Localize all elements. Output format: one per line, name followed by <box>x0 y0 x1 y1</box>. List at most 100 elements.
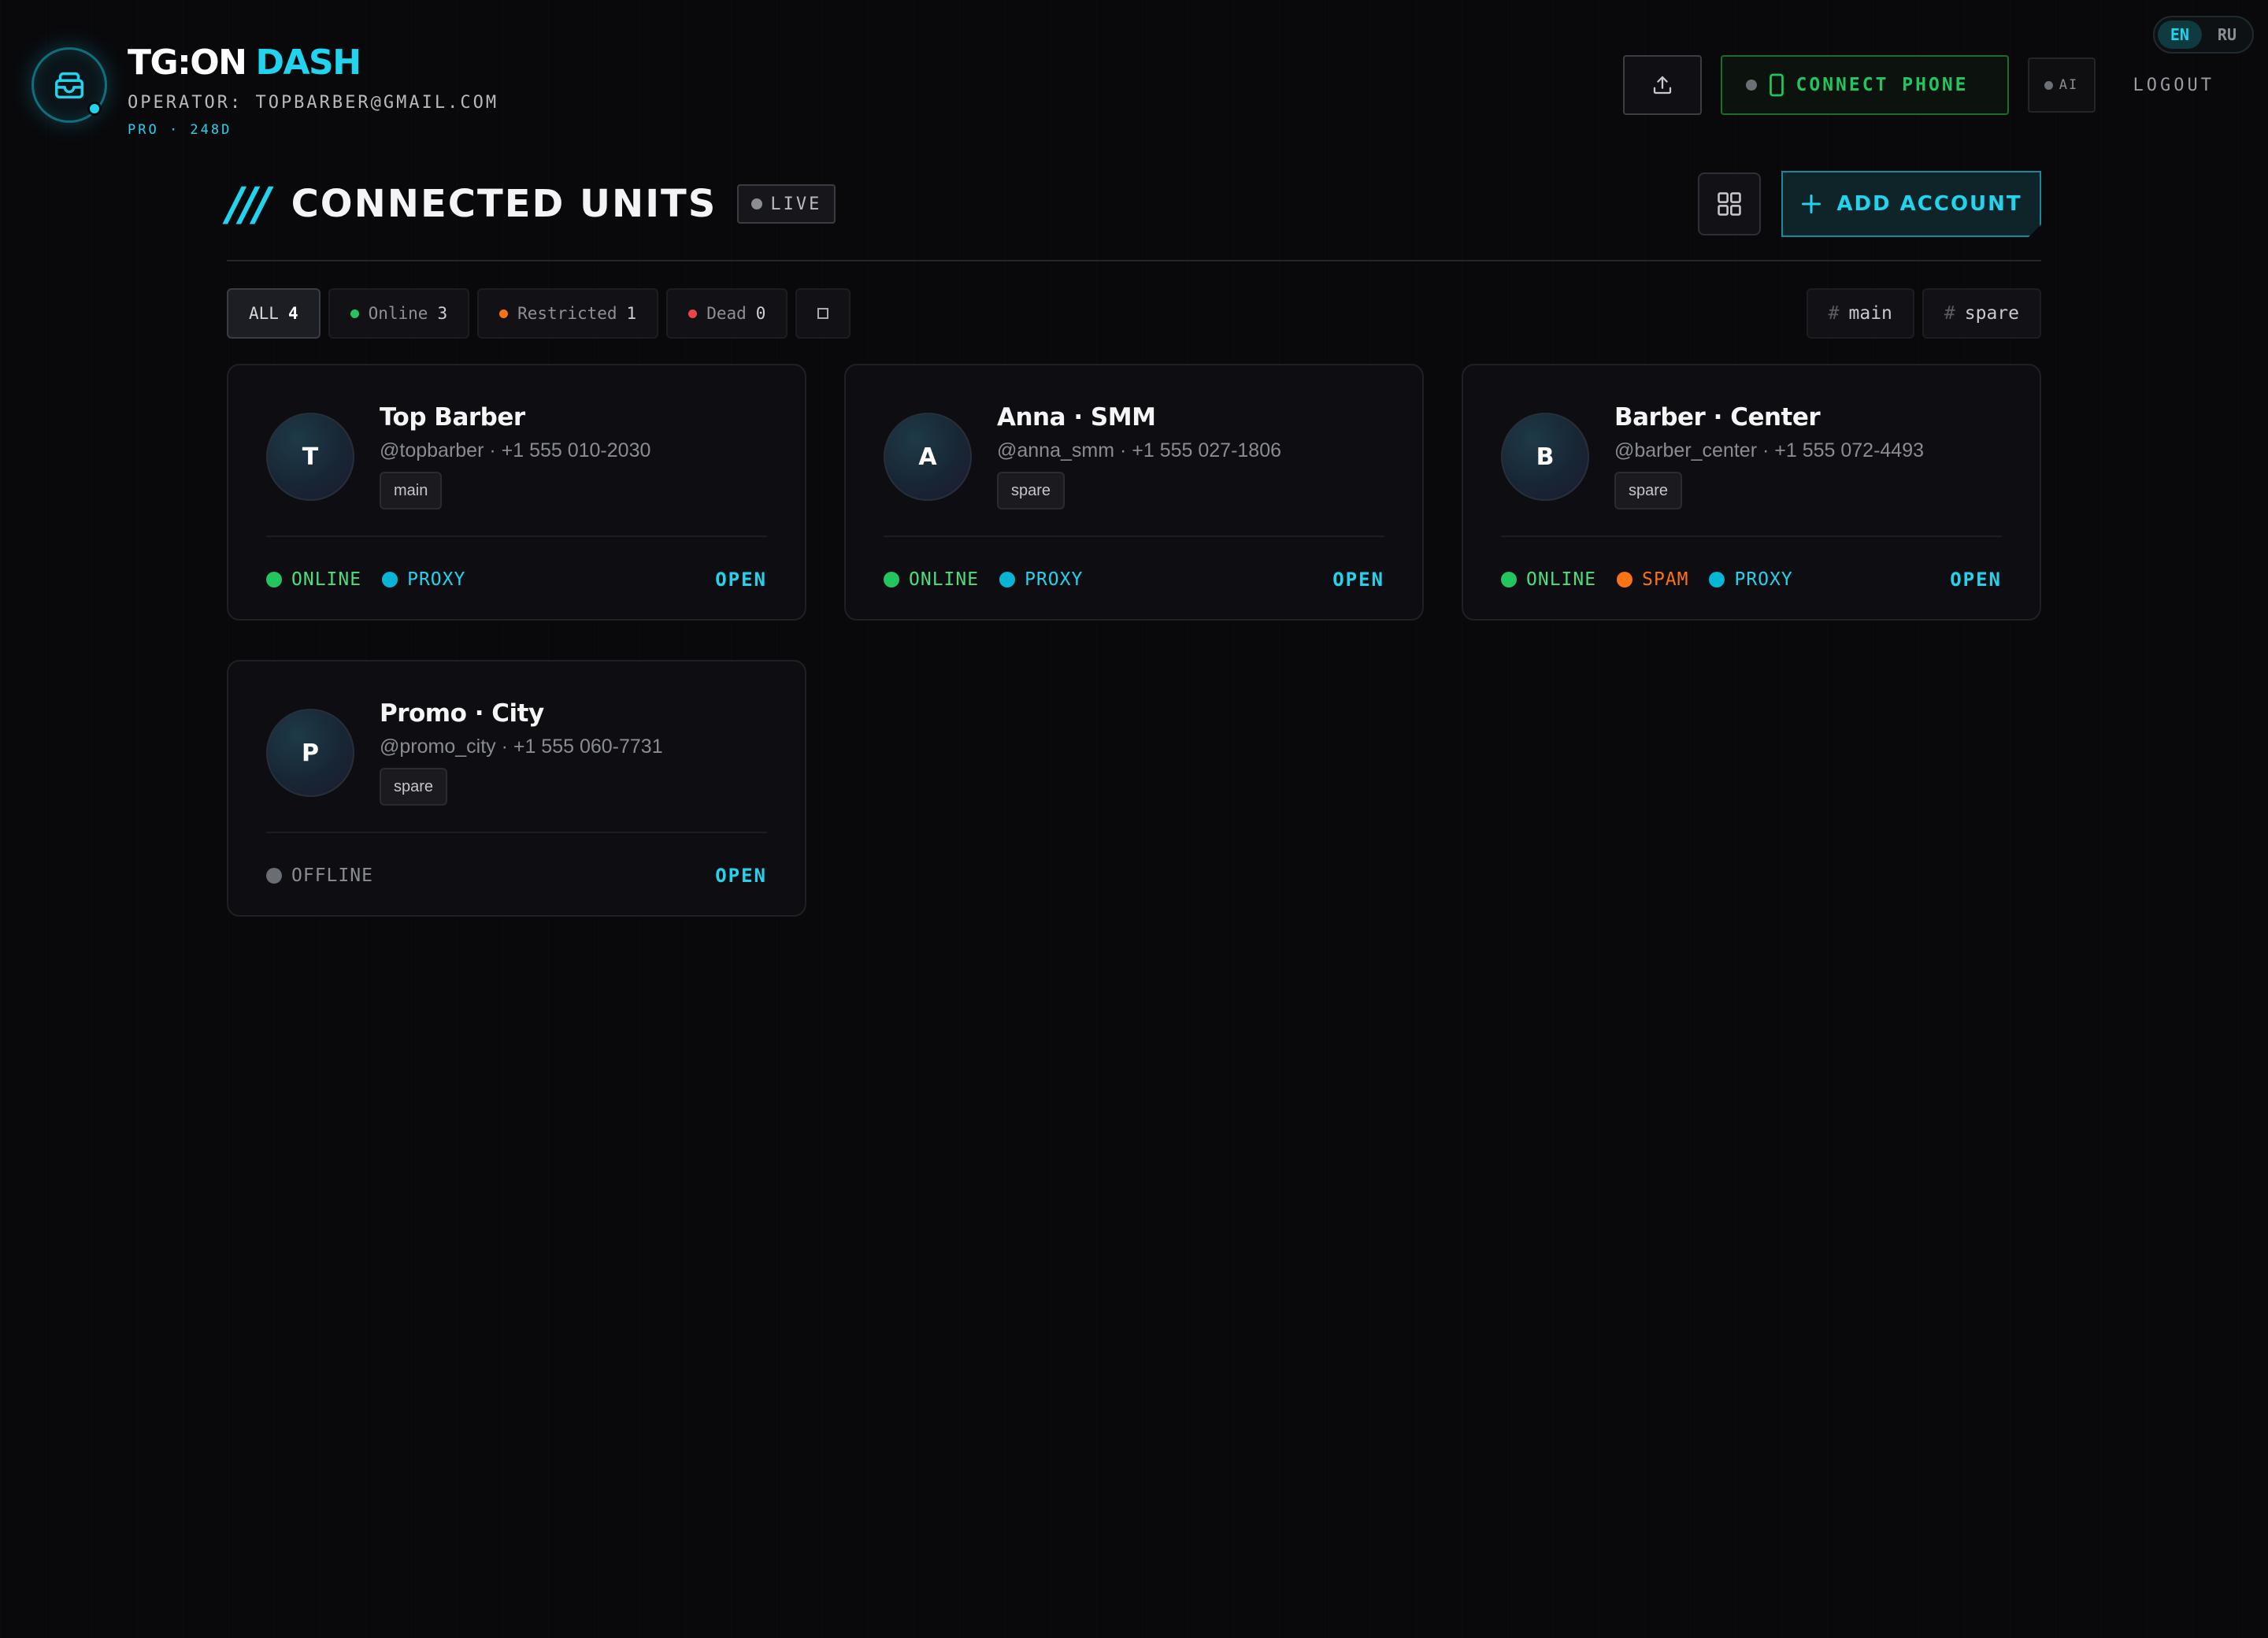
dead-dot <box>688 309 698 318</box>
title-decoration: /// <box>227 177 271 231</box>
lang-en-button[interactable]: EN <box>2157 20 2202 49</box>
plan-badge: PRO · 248D <box>128 122 232 138</box>
section-divider <box>227 260 2041 261</box>
connect-phone-button[interactable]: CONNECT PHONE <box>1720 55 2009 115</box>
grid-view-button[interactable] <box>1698 172 1761 235</box>
status-label: OFFLINE <box>291 865 373 886</box>
tag-filter-spare[interactable]: # spare <box>1922 288 2041 339</box>
connection-status-dot <box>1745 80 1757 91</box>
open-button[interactable]: OPEN <box>1332 569 1384 591</box>
status-dot <box>884 572 899 587</box>
avatar: T <box>266 413 354 501</box>
live-label: LIVE <box>770 194 822 214</box>
card-divider <box>266 536 767 537</box>
account-meta: @topbarber · +1 555 010-2030 <box>380 439 651 461</box>
status-dot <box>382 572 398 587</box>
filter-dead[interactable]: Dead 0 <box>666 288 788 339</box>
inbox-icon <box>32 47 107 123</box>
add-account-button[interactable]: ADD ACCOUNT <box>1781 171 2041 237</box>
filter-restricted[interactable]: Restricted 1 <box>477 288 659 339</box>
connected-units-section: /// CONNECTED UNITS LIVE ADD ACCOUNT ALL… <box>227 169 2041 917</box>
filter-dead-count: 0 <box>755 304 766 323</box>
hash-icon: # <box>1944 303 1955 324</box>
account-tag: spare <box>997 472 1065 510</box>
live-badge: LIVE <box>737 184 836 224</box>
account-cards-grid: T Top Barber @topbarber · +1 555 010-203… <box>227 364 2041 917</box>
status-proxy: PROXY <box>999 569 1083 590</box>
status-label: PROXY <box>1025 569 1084 590</box>
status-online: ONLINE <box>1501 569 1596 590</box>
open-button[interactable]: OPEN <box>715 569 767 591</box>
status-label: ONLINE <box>1526 569 1597 590</box>
status-dot <box>1501 572 1517 587</box>
filter-all-count: 4 <box>287 304 298 323</box>
account-name: Top Barber <box>380 403 525 432</box>
phone-icon <box>1769 73 1784 97</box>
account-card[interactable]: A Anna · SMM @anna_smm · +1 555 027-1806… <box>844 364 1424 621</box>
filter-all-label: ALL <box>249 304 279 323</box>
status-dot <box>266 868 282 884</box>
operator-email: OPERATOR: TOPBARBER@GMAIL.COM <box>128 93 499 113</box>
status-dot <box>1617 572 1633 587</box>
account-name: Promo · City <box>380 699 544 728</box>
account-meta: @anna_smm · +1 555 027-1806 <box>997 439 1282 461</box>
upload-icon <box>1653 76 1671 94</box>
add-account-label: ADD ACCOUNT <box>1836 192 2022 216</box>
hash-icon: # <box>1828 303 1840 324</box>
status-online: ONLINE <box>884 569 979 590</box>
ai-status-dot <box>2044 80 2053 90</box>
filter-all[interactable]: ALL 4 <box>227 288 321 339</box>
logout-button[interactable]: LOGOUT <box>2133 76 2214 95</box>
status-label: PROXY <box>407 569 466 590</box>
account-card[interactable]: P Promo · City @promo_city · +1 555 060-… <box>227 660 806 917</box>
status-online: ONLINE <box>266 569 361 590</box>
avatar: P <box>266 709 354 797</box>
ai-label: AI <box>2059 77 2079 93</box>
filter-online[interactable]: Online 3 <box>328 288 470 339</box>
app-title: TG:ON DASH <box>128 46 498 80</box>
account-meta: @barber_center · +1 555 072-4493 <box>1614 439 1925 461</box>
account-meta: @promo_city · +1 555 060-7731 <box>380 736 663 758</box>
status-proxy: PROXY <box>1709 569 1792 590</box>
connect-phone-label: CONNECT PHONE <box>1796 75 1969 95</box>
avatar: A <box>884 413 972 501</box>
select-all-checkbox[interactable] <box>795 288 851 339</box>
status-spam: SPAM <box>1617 569 1688 590</box>
tag-filters: # main # spare <box>1806 288 2041 339</box>
ai-button[interactable]: AI <box>2027 57 2096 113</box>
live-dot <box>751 198 763 209</box>
card-divider <box>884 536 1384 537</box>
checkbox-icon <box>817 308 829 319</box>
page-title: CONNECTED UNITS <box>291 182 717 226</box>
tag-filter-main[interactable]: # main <box>1806 288 1914 339</box>
filter-online-label: Online <box>368 304 428 323</box>
status-dot <box>87 102 102 116</box>
brand: TG:ON DASH OPERATOR: TOPBARBER@GMAIL.COM … <box>32 46 498 138</box>
language-switcher: EN RU <box>2152 16 2254 54</box>
status-label: PROXY <box>1734 569 1793 590</box>
account-name: Barber · Center <box>1614 403 1821 432</box>
grid-view-icon <box>1718 192 1741 216</box>
restricted-dot <box>499 309 509 318</box>
account-card[interactable]: B Barber · Center @barber_center · +1 55… <box>1462 364 2041 621</box>
status-proxy: PROXY <box>382 569 465 590</box>
open-button[interactable]: OPEN <box>715 865 767 887</box>
account-tag: spare <box>380 768 448 806</box>
status-label: ONLINE <box>291 569 362 590</box>
status-label: ONLINE <box>909 569 980 590</box>
status-dot <box>1709 572 1725 587</box>
filter-restricted-count: 1 <box>626 304 637 323</box>
filter-online-count: 3 <box>437 304 448 323</box>
status-label: SPAM <box>1642 569 1689 590</box>
lang-ru-button[interactable]: RU <box>2205 20 2249 49</box>
status-offline: OFFLINE <box>266 865 373 886</box>
top-toolbar: CONNECT PHONE AI LOGOUT <box>1622 55 2214 115</box>
account-card[interactable]: T Top Barber @topbarber · +1 555 010-203… <box>227 364 806 621</box>
open-button[interactable]: OPEN <box>1950 569 2002 591</box>
upload-button[interactable] <box>1622 55 1702 115</box>
account-tag: spare <box>1614 472 1683 510</box>
status-dot <box>999 572 1016 587</box>
filter-restricted-label: Restricted <box>517 304 617 323</box>
app-title-accent: DASH <box>255 43 361 83</box>
card-divider <box>266 832 767 833</box>
